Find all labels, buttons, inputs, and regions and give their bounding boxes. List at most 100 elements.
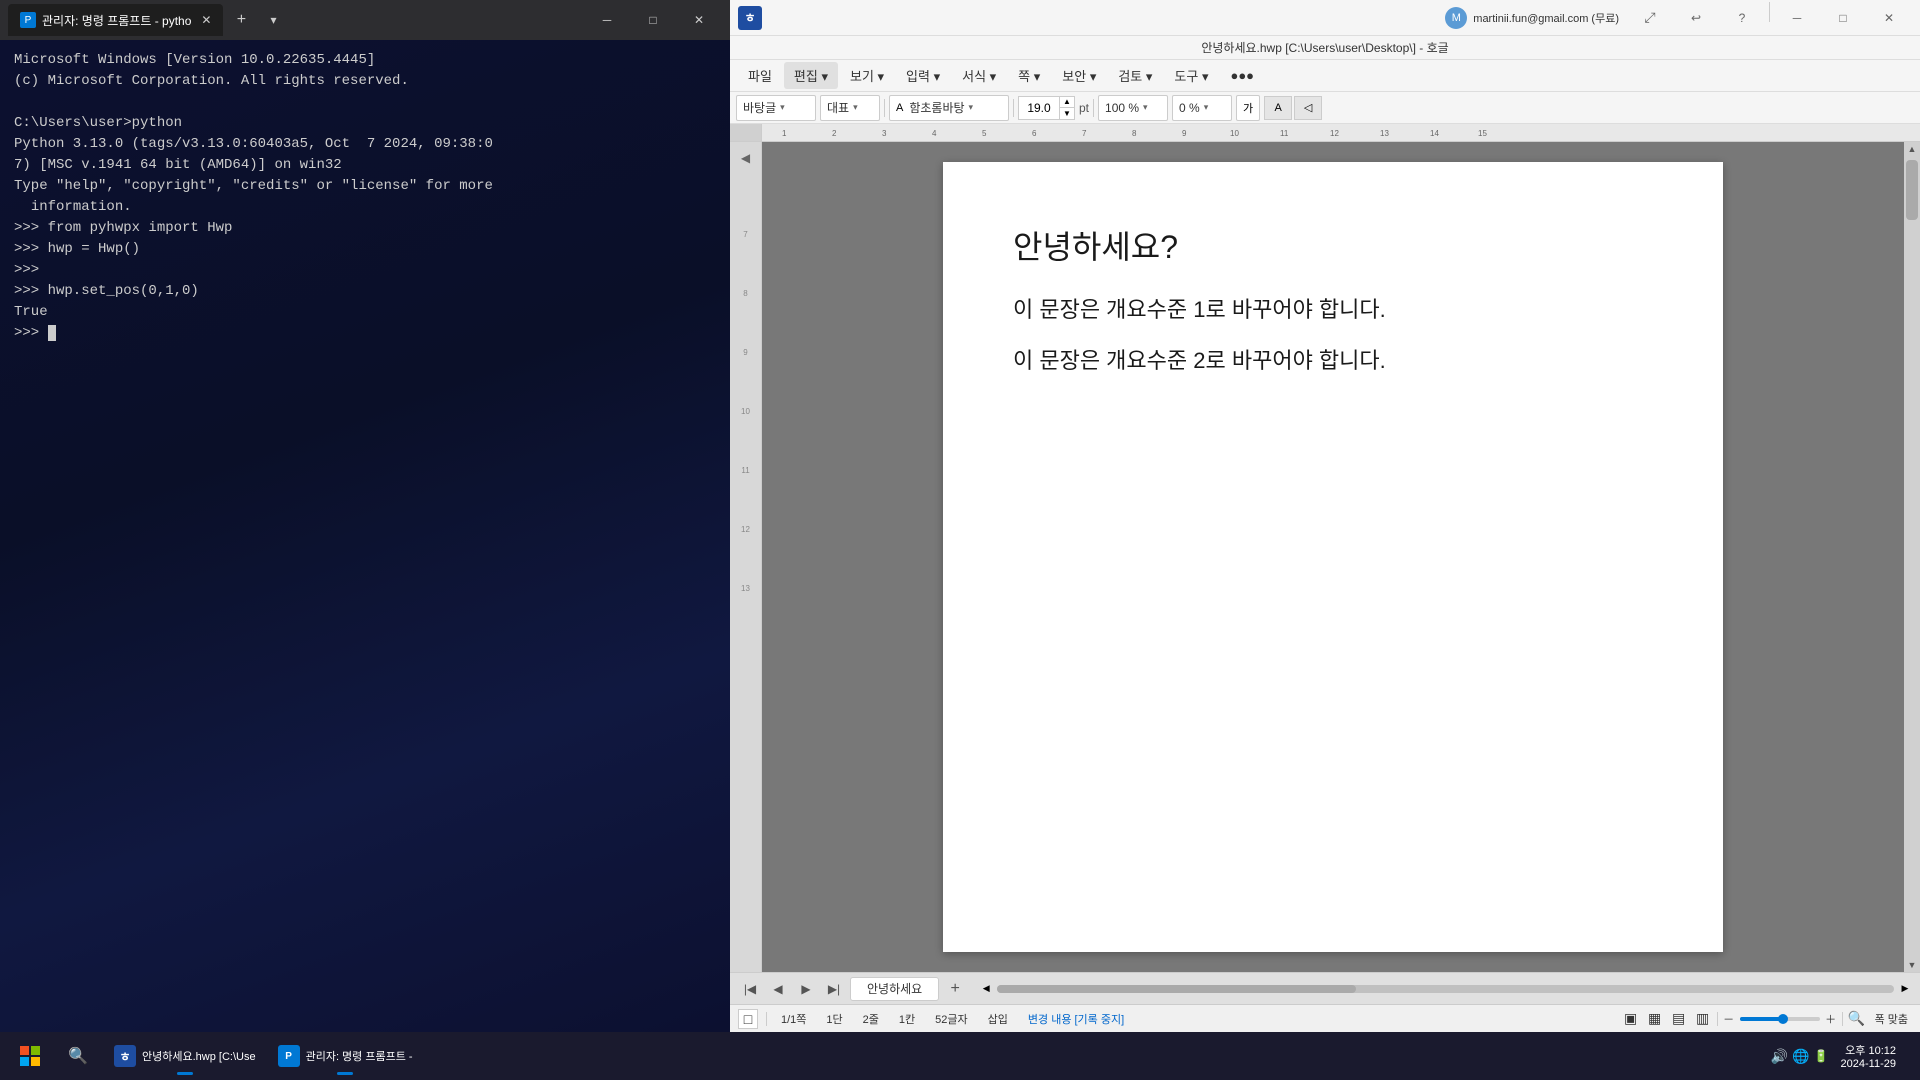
hwp-menu-insert[interactable]: 입력 ▾ [896, 62, 950, 89]
hwp-scroll-up-btn[interactable]: ▲ [1905, 142, 1919, 156]
hwp-zoom-handle[interactable] [1778, 1014, 1788, 1024]
hwp-scroll-thumb[interactable] [1906, 160, 1918, 220]
hwp-back-btn[interactable]: ↩ [1673, 2, 1719, 34]
terminal-minimize-btn[interactable]: ─ [584, 4, 630, 36]
hwp-menu-page[interactable]: 쪽 ▾ [1008, 62, 1050, 89]
hwp-hscroll-right-btn[interactable]: ▶ [1898, 982, 1912, 996]
hwp-zoom-in-btn[interactable]: ＋ [1824, 1012, 1838, 1026]
hwp-close-btn[interactable]: ✕ [1866, 2, 1912, 34]
hwp-status-track[interactable]: 변경 내용 [기록 중지] [1022, 1011, 1130, 1027]
hwp-font-family-arrow: ▾ [969, 102, 974, 113]
hwp-menu-more[interactable]: ●●● [1220, 64, 1264, 87]
taskbar-app-hwp[interactable]: ㅎ 안녕하세요.hwp [C:\Use [104, 1034, 266, 1078]
hwp-vruler-10: 10 [741, 407, 750, 416]
hwp-expand-btn[interactable]: ⤢ [1627, 2, 1673, 34]
hwp-font-family-label: 함초롬바탕 [909, 99, 964, 116]
svg-text:15: 15 [1478, 129, 1487, 138]
hwp-fit-label[interactable]: 폭 맞춤 [1871, 1011, 1912, 1027]
hwp-view-icon-1[interactable]: ▣ [1621, 1009, 1641, 1029]
hwp-view-icon-4[interactable]: ▥ [1693, 1009, 1713, 1029]
terminal-maximize-btn[interactable]: □ [630, 4, 676, 36]
hwp-page-tab-add-btn[interactable]: + [943, 977, 967, 1001]
hwp-zoom-out-btn[interactable]: － [1722, 1012, 1736, 1026]
hwp-font-size-input[interactable] [1019, 101, 1059, 115]
hwp-status-chars: 52글자 [929, 1011, 973, 1027]
taskbar-tray-icon-2[interactable]: 🌐 [1792, 1048, 1809, 1065]
hwp-page-tab-1[interactable]: 안녕하세요 [850, 977, 939, 1001]
hwp-statusbar: □ 1/1쪽 1단 2줄 1칸 52글자 삽입 변경 내용 [기록 중지] ▣ … [730, 1004, 1920, 1032]
hwp-para2[interactable]: 이 문장은 개요수준 2로 바꾸어야 합니다. [1013, 343, 1653, 378]
taskbar-tray-icon-1[interactable]: 🔊 [1771, 1048, 1788, 1065]
hwp-search-icon[interactable]: 🔍 [1847, 1009, 1867, 1029]
hwp-bg-color-btn[interactable]: A [1264, 96, 1292, 120]
hwp-hscroll-thumb[interactable] [997, 985, 1356, 993]
hwp-minimize-btn[interactable]: ─ [1774, 2, 1820, 34]
hwp-view-icon-3[interactable]: ▤ [1669, 1009, 1689, 1029]
terminal-tab-add-btn[interactable]: + [227, 6, 255, 34]
terminal-tab-close-btn[interactable]: ✕ [201, 13, 211, 27]
terminal-line-11: >>> hwp.set_pos(0,1,0) [14, 281, 716, 302]
hwp-menu-format[interactable]: 서식 ▾ [952, 62, 1006, 89]
hwp-para1[interactable]: 이 문장은 개요수준 1로 바꾸어야 합니다. [1013, 292, 1653, 327]
hwp-char-btn[interactable]: 가 [1236, 95, 1260, 121]
taskbar-search-btn[interactable]: 🔍 [56, 1034, 100, 1078]
taskbar-start-btn[interactable] [8, 1034, 52, 1078]
taskbar-app-terminal[interactable]: P 관리자: 명령 프롬프트 - [268, 1034, 423, 1078]
hwp-font-type-select[interactable]: 대표 ▾ [820, 95, 880, 121]
hwp-menu-security[interactable]: 보안 ▾ [1052, 62, 1106, 89]
hwp-menu-tools[interactable]: 도구 ▾ [1164, 62, 1218, 89]
taskbar-hwp-label: 안녕하세요.hwp [C:\Use [142, 1048, 256, 1064]
svg-text:4: 4 [932, 129, 937, 138]
terminal-line-7: information. [14, 197, 716, 218]
terminal-window: P 관리자: 명령 프롬프트 - pytho ✕ + ▾ ─ □ ✕ Micro… [0, 0, 730, 1032]
hwp-view-icon-2[interactable]: ▦ [1645, 1009, 1665, 1029]
hwp-menu-edit[interactable]: 편집 ▾ [784, 62, 838, 89]
hwp-view-normal-icon[interactable]: □ [738, 1009, 758, 1029]
hwp-help-btn[interactable]: ? [1719, 2, 1765, 34]
svg-text:8: 8 [1132, 129, 1137, 138]
hwp-font-family-icon: A [896, 102, 903, 114]
terminal-line-4: Python 3.13.0 (tags/v3.13.0:60403a5, Oct… [14, 134, 716, 155]
hwp-font-style-select[interactable]: 바탕글 ▾ [736, 95, 816, 121]
hwp-scrollbar-right[interactable]: ▲ ▼ [1904, 142, 1920, 972]
taskbar-tray-icon-3[interactable]: 🔋 [1814, 1049, 1829, 1063]
hwp-ruler-vertical: 7 8 9 10 11 12 13 [730, 170, 761, 972]
hwp-font-size-down-btn[interactable]: ▼ [1060, 108, 1074, 119]
hwp-font-style-label: 바탕글 [743, 99, 776, 116]
hwp-page-nav-last-btn[interactable]: ▶| [822, 977, 846, 1001]
hwp-page-nav-prev-btn[interactable]: ◀ [766, 977, 790, 1001]
hwp-menu-file[interactable]: 파일 [738, 62, 782, 89]
hwp-zoom-select[interactable]: 100 % ▾ [1098, 95, 1168, 121]
hwp-scroll-down-btn[interactable]: ▼ [1905, 958, 1919, 972]
taskbar-show-desktop-btn[interactable] [1908, 1036, 1912, 1076]
hwp-font-type-label: 대표 [827, 99, 849, 116]
hwp-hscroll-track[interactable] [997, 985, 1894, 993]
hwp-heading1[interactable]: 안녕하세요? [1013, 222, 1653, 268]
terminal-line-10: >>> [14, 260, 716, 281]
hwp-menu-view[interactable]: 보기 ▾ [840, 62, 894, 89]
hwp-zoom-slider[interactable] [1740, 1017, 1820, 1021]
terminal-close-btn[interactable]: ✕ [676, 4, 722, 36]
hwp-font-size-up-btn[interactable]: ▲ [1060, 97, 1074, 108]
hwp-hscroll-left-btn[interactable]: ◀ [979, 982, 993, 996]
terminal-body[interactable]: Microsoft Windows [Version 10.0.22635.44… [0, 40, 730, 1032]
hwp-content-area[interactable]: 안녕하세요? 이 문장은 개요수준 1로 바꾸어야 합니다. 이 문장은 개요수… [762, 142, 1904, 972]
hwp-font-family-select[interactable]: A 함초롬바탕 ▾ [889, 95, 1009, 121]
hwp-font-style-arrow: ▾ [780, 102, 785, 113]
hwp-expand-view-btn[interactable]: ◁ [1294, 96, 1322, 120]
hwp-zoom-control: － ＋ [1722, 1012, 1838, 1026]
hwp-account-label: martinii.fun@gmail.com (무료) [1473, 10, 1619, 26]
hwp-menu-review[interactable]: 검토 ▾ [1108, 62, 1162, 89]
hwp-page[interactable]: 안녕하세요? 이 문장은 개요수준 1로 바꾸어야 합니다. 이 문장은 개요수… [943, 162, 1723, 952]
taskbar-hwp-icon: ㅎ [114, 1045, 136, 1067]
hwp-page-nav-next-btn[interactable]: ▶ [794, 977, 818, 1001]
terminal-tab-dropdown-btn[interactable]: ▾ [259, 6, 287, 34]
hwp-rotation-select[interactable]: 0 % ▾ [1172, 95, 1232, 121]
hwp-maximize-btn[interactable]: □ [1820, 2, 1866, 34]
hwp-page-nav-first-btn[interactable]: |◀ [738, 977, 762, 1001]
taskbar-clock[interactable]: 오후 10:12 2024-11-29 [1833, 1038, 1904, 1074]
terminal-line-13[interactable]: >>> [14, 323, 716, 344]
terminal-tab[interactable]: P 관리자: 명령 프롬프트 - pytho ✕ [8, 4, 223, 36]
hwp-sidebar-collapse-btn[interactable]: ◀ [734, 146, 758, 170]
toolbar-sep-2 [1013, 99, 1014, 117]
